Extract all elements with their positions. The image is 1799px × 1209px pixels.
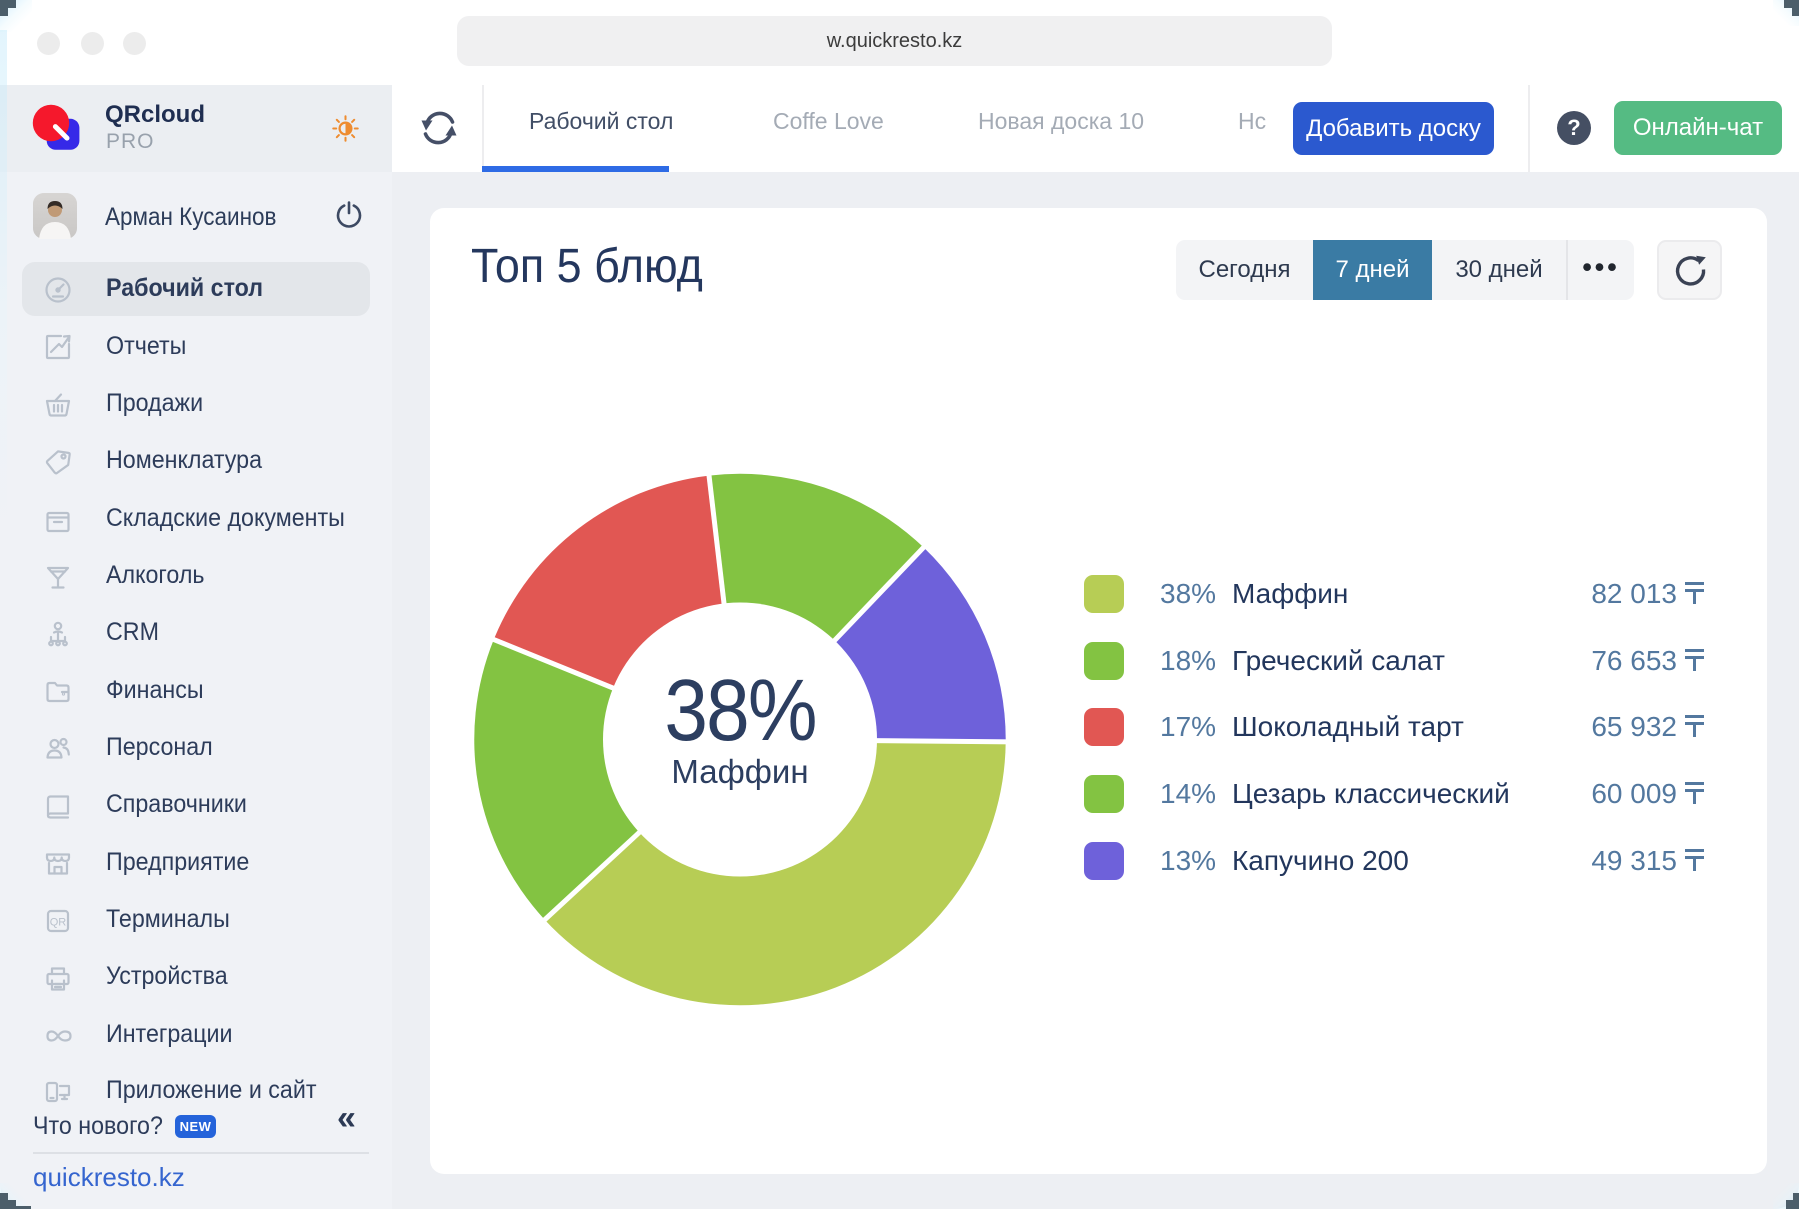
svg-text:QR: QR — [50, 917, 67, 929]
